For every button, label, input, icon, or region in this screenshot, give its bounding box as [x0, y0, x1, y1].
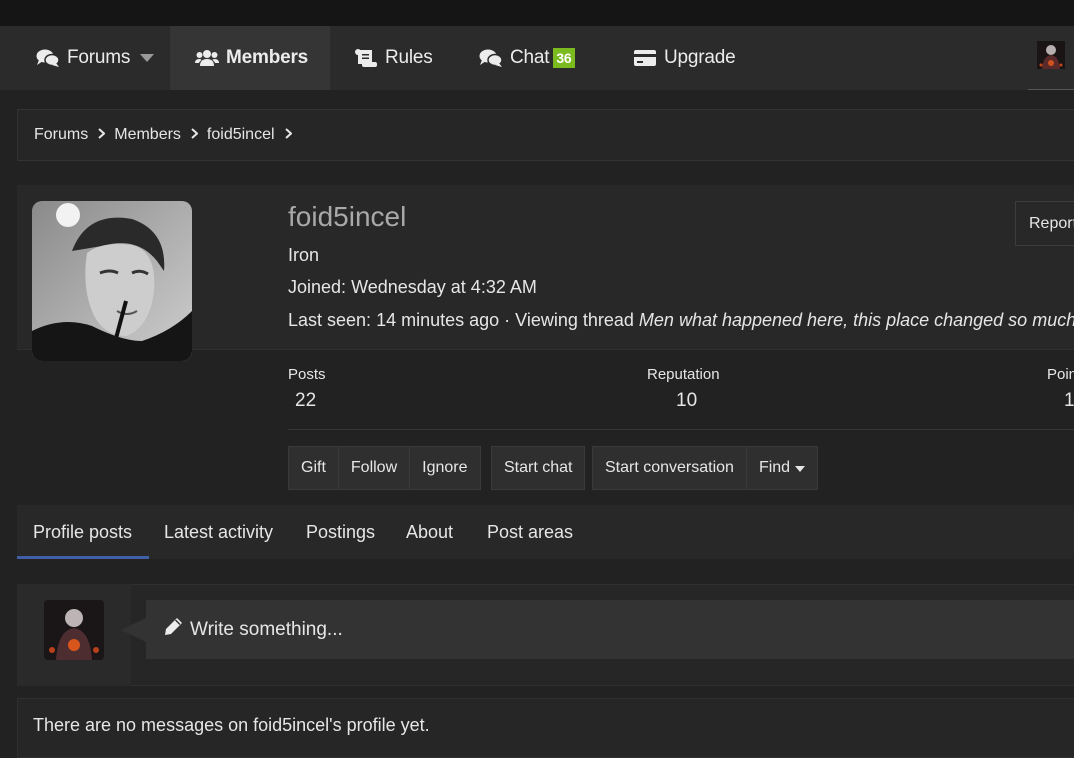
breadcrumb-item-forums[interactable]: Forums [34, 126, 114, 144]
profile-user-title: Iron [288, 245, 320, 265]
stat-posts-label: Posts [288, 366, 326, 383]
action-group-chat: Start chat [491, 446, 586, 490]
chat-count-badge: 36 [553, 48, 575, 68]
follow-button[interactable]: Follow [339, 447, 411, 489]
action-group-conversation: Start conversation Find [592, 446, 819, 490]
stat-points-label: Points [1047, 366, 1074, 383]
no-messages-text: There are no messages on foid5incel's pr… [33, 715, 430, 735]
top-strip [0, 0, 1074, 26]
find-label: Find [758, 459, 791, 476]
find-menu-button[interactable]: Find [747, 447, 817, 489]
report-button[interactable]: Report [1015, 201, 1074, 246]
nav-rules[interactable]: Rules [354, 26, 433, 90]
joined-label: Joined: [288, 277, 347, 297]
profile-last-seen: Last seen: 14 minutes ago · Viewing thre… [288, 310, 1074, 331]
breadcrumb-item-members[interactable]: Members [114, 126, 207, 144]
profile-avatar[interactable] [32, 201, 192, 361]
last-seen-label: Last seen: [288, 310, 372, 330]
nav-chat[interactable]: Chat 36 [479, 26, 575, 90]
breadcrumb-item-user[interactable]: foid5incel [207, 126, 301, 144]
scroll-icon [354, 48, 378, 68]
stats-divider [288, 429, 1074, 430]
stat-reputation-label: Reputation [647, 366, 720, 383]
tab-profile-posts[interactable]: Profile posts [33, 505, 132, 559]
breadcrumb: Forums Members foid5incel [17, 109, 1074, 161]
tab-about[interactable]: About [406, 505, 453, 559]
tab-postings[interactable]: Postings [306, 505, 375, 559]
chevron-right-icon [191, 126, 199, 144]
nav-members-label: Members [226, 47, 309, 68]
tab-post-areas[interactable]: Post areas [487, 505, 573, 559]
action-group-social: Gift Follow Ignore [288, 446, 481, 490]
gift-button[interactable]: Gift [289, 447, 339, 489]
stat-posts-value[interactable]: 22 [295, 390, 316, 412]
breadcrumb-label: Forums [34, 126, 89, 143]
profile-tabs: Profile posts Latest activity Postings A… [17, 505, 1074, 559]
nav-upgrade-label: Upgrade [664, 47, 736, 68]
account-avatar [1037, 41, 1065, 74]
start-chat-button[interactable]: Start chat [492, 447, 584, 489]
breadcrumb-label: foid5incel [206, 126, 275, 143]
pencil-icon [164, 617, 183, 642]
write-something-input[interactable]: Write something... [146, 600, 1074, 659]
last-seen-thread-link[interactable]: Men what happened here, this place chang… [639, 310, 1074, 330]
start-conversation-button[interactable]: Start conversation [593, 447, 747, 489]
ignore-button[interactable]: Ignore [410, 447, 479, 489]
nav-forums[interactable]: Forums [36, 26, 130, 90]
caret-down-icon [140, 54, 154, 62]
joined-value: Wednesday at 4:32 AM [351, 277, 537, 297]
chevron-right-icon [98, 126, 106, 144]
profile-joined: Joined: Wednesday at 4:32 AM [288, 277, 537, 298]
composer-avatar[interactable] [44, 600, 104, 660]
stat-reputation-value: 10 [676, 390, 698, 411]
tab-latest-activity[interactable]: Latest activity [164, 505, 273, 559]
credit-card-icon [633, 49, 657, 67]
write-something-placeholder: Write something... [190, 618, 343, 640]
last-seen-value: 14 minutes ago · Viewing thread [376, 310, 634, 330]
breadcrumb-label: Members [114, 126, 181, 143]
top-navigation: Forums Members Rules Chat 36 Upgrade [0, 26, 1074, 90]
composer-pointer [121, 618, 146, 642]
chat-icon [479, 48, 503, 68]
caret-down-icon [795, 459, 806, 477]
nav-chat-label: Chat [510, 47, 550, 68]
active-tab-indicator [17, 556, 149, 559]
chevron-right-icon [284, 126, 293, 144]
stat-points-value[interactable]: 1 [1064, 390, 1074, 412]
profile-username: foid5incel [288, 201, 407, 232]
users-icon [195, 49, 219, 67]
comments-icon [36, 48, 60, 68]
nav-members[interactable]: Members [170, 26, 330, 90]
nav-rules-label: Rules [385, 47, 433, 68]
nav-forums-label: Forums [67, 47, 131, 68]
forums-dropdown-toggle[interactable] [140, 26, 154, 90]
account-avatar-button[interactable] [1028, 26, 1074, 90]
nav-upgrade[interactable]: Upgrade [633, 26, 736, 90]
